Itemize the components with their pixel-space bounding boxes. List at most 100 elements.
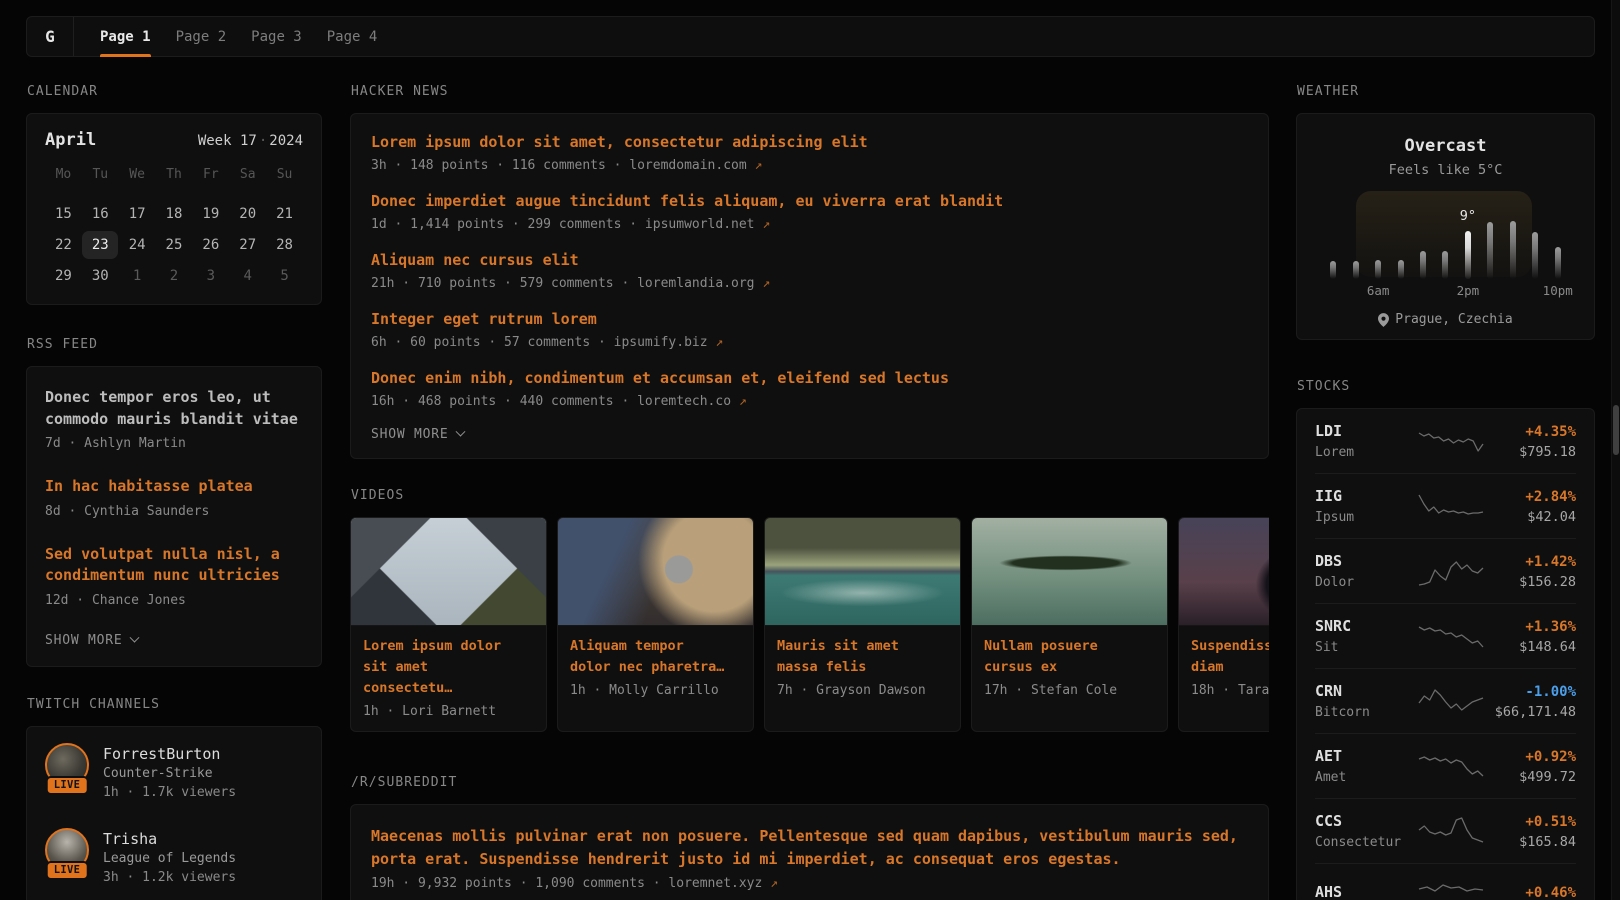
stock-row[interactable]: DBSDolor +1.42%$156.28 (1315, 538, 1576, 603)
video-thumbnail[interactable] (972, 518, 1167, 626)
calendar-day: 29 (45, 262, 81, 290)
hn-item-meta: 6h · 60 points · 57 comments · ipsumify.… (371, 334, 1248, 351)
hn-item-title[interactable]: Lorem ipsum dolor sit amet, consectetur … (371, 132, 1248, 152)
external-link-icon[interactable]: ↗ (762, 217, 770, 232)
external-link-icon[interactable]: ↗ (770, 876, 778, 891)
external-link-icon[interactable]: ↗ (755, 158, 763, 173)
location-pin-icon (1378, 313, 1389, 327)
calendar-day-next-month: 1 (119, 262, 155, 290)
weather-bar (1375, 260, 1381, 279)
external-link-icon[interactable]: ↗ (762, 276, 770, 291)
weather-location: Prague, Czechia (1297, 312, 1594, 327)
video-card[interactable]: Nullam posuere cursus ex 17h · Stefan Co… (971, 517, 1168, 732)
time-axis-label: 10pm (1543, 283, 1573, 298)
hn-item-title[interactable]: Aliquam nec cursus elit (371, 250, 1248, 270)
reddit-post-title[interactable]: Maecenas mollis pulvinar erat non posuer… (371, 825, 1248, 870)
external-link-icon[interactable]: ↗ (739, 394, 747, 409)
stock-ticker[interactable]: AET (1315, 747, 1417, 766)
tab-page-1[interactable]: Page 1 (100, 17, 151, 56)
hn-item-title[interactable]: Donec imperdiet augue tincidunt felis al… (371, 191, 1248, 211)
dashboard-page: G Page 1 Page 2 Page 3 Page 4 CALENDAR A… (0, 0, 1620, 900)
stock-ticker[interactable]: LDI (1315, 422, 1417, 441)
stock-name: Dolor (1315, 574, 1417, 591)
video-card[interactable]: Aliquam tempor dolor nec pharetra… 1h · … (557, 517, 754, 732)
rss-show-more-button[interactable]: SHOW MORE (45, 633, 303, 648)
hn-item-title[interactable]: Integer eget rutrum lorem (371, 309, 1248, 329)
rss-item-title[interactable]: In hac habitasse platea (45, 476, 303, 498)
video-card[interactable]: Lorem ipsum dolor sit amet consectetu… 1… (350, 517, 547, 732)
twitch-section-label: TWITCH CHANNELS (27, 698, 322, 712)
app-logo[interactable]: G (27, 17, 74, 56)
stock-ticker[interactable]: CRN (1315, 682, 1417, 701)
hn-item: Donec enim nibh, condimentum et accumsan… (371, 368, 1248, 410)
external-link-icon[interactable]: ↗ (715, 335, 723, 350)
weather-feels-like: Feels like 5°C (1297, 161, 1594, 179)
stock-sparkline (1417, 750, 1485, 784)
calendar-day-grid: 15 16 17 18 19 20 21 22 23 24 25 26 27 2… (45, 200, 303, 290)
page-scrollbar[interactable] (1611, 0, 1620, 900)
video-title[interactable]: Lorem ipsum dolor sit amet consectetu… (363, 636, 522, 699)
time-axis-label: 2pm (1457, 283, 1480, 298)
channel-category[interactable]: Counter-Strike (103, 764, 236, 783)
channel-name[interactable]: ForrestBurton (103, 744, 236, 764)
stock-ticker[interactable]: DBS (1315, 552, 1417, 571)
tab-page-3[interactable]: Page 3 (251, 17, 302, 56)
channel-name[interactable]: Trisha (103, 829, 236, 849)
calendar-day-next-month: 5 (267, 262, 303, 290)
stock-row[interactable]: AHS +0.46% (1315, 863, 1576, 900)
time-axis-label: 6am (1367, 283, 1390, 298)
video-thumbnail[interactable] (351, 518, 546, 626)
video-thumbnail[interactable] (765, 518, 960, 626)
page-tabs: Page 1 Page 2 Page 3 Page 4 (74, 17, 402, 56)
video-title[interactable]: Aliquam tempor dolor nec pharetra… (570, 636, 729, 678)
tab-page-2[interactable]: Page 2 (176, 17, 227, 56)
avatar: LIVE (45, 828, 89, 872)
hn-show-more-button[interactable]: SHOW MORE (371, 427, 1248, 442)
calendar-day: 22 (45, 231, 81, 259)
stock-change: +0.46% (1525, 884, 1576, 900)
calendar-week: Week 17·2024 (198, 133, 303, 149)
rss-item-title[interactable]: Donec tempor eros leo, ut commodo mauris… (45, 387, 303, 430)
videos-carousel: Lorem ipsum dolor sit amet consectetu… 1… (350, 517, 1269, 732)
video-thumbnail[interactable] (558, 518, 753, 626)
stock-ticker[interactable]: CCS (1315, 812, 1417, 831)
stock-sparkline (1417, 555, 1485, 589)
scrollbar-thumb[interactable] (1613, 405, 1619, 455)
channel-category[interactable]: League of Legends (103, 849, 236, 868)
stock-ticker[interactable]: SNRC (1315, 617, 1417, 636)
stock-row[interactable]: CRNBitcorn -1.00%$66,171.48 (1315, 668, 1576, 733)
videos-section-label: VIDEOS (351, 489, 1269, 503)
video-card[interactable]: Suspendisse diam 18h · Tara (1178, 517, 1269, 732)
rss-item-title[interactable]: Sed volutpat nulla nisl, a condimentum n… (45, 544, 303, 587)
stock-sparkline (1417, 620, 1485, 654)
video-title[interactable]: Nullam posuere cursus ex (984, 636, 1143, 678)
video-card[interactable]: Mauris sit amet massa felis 7h · Grayson… (764, 517, 961, 732)
tab-page-4[interactable]: Page 4 (327, 17, 378, 56)
video-title[interactable]: Suspendisse diam (1191, 636, 1269, 678)
calendar-day: 30 (82, 262, 118, 290)
rss-section-label: RSS FEED (27, 338, 322, 352)
stock-row[interactable]: AETAmet +0.92%$499.72 (1315, 733, 1576, 798)
weather-bar (1330, 261, 1336, 279)
live-badge: LIVE (46, 776, 89, 795)
hacker-news-widget: Lorem ipsum dolor sit amet, consectetur … (350, 113, 1269, 459)
stock-ticker[interactable]: AHS (1315, 883, 1417, 900)
weather-bar (1420, 251, 1426, 279)
stock-row[interactable]: LDILorem +4.35%$795.18 (1315, 409, 1576, 473)
stock-row[interactable]: IIGIpsum +2.84%$42.04 (1315, 473, 1576, 538)
stock-row[interactable]: CCSConsectetur +0.51%$165.84 (1315, 798, 1576, 863)
stock-sparkline (1417, 490, 1485, 524)
calendar-weekday-row: Mo Tu We Th Fr Sa Su (45, 164, 303, 186)
stock-price: $165.84 (1519, 834, 1576, 851)
stock-row[interactable]: SNRCSit +1.36%$148.64 (1315, 603, 1576, 668)
video-thumbnail[interactable] (1179, 518, 1269, 626)
stock-ticker[interactable]: IIG (1315, 487, 1417, 506)
weather-bar (1353, 261, 1359, 279)
video-title[interactable]: Mauris sit amet massa felis (777, 636, 936, 678)
hacker-news-section-label: HACKER NEWS (351, 85, 1269, 99)
twitch-channel-row[interactable]: LIVE Trisha League of Legends 3h · 1.2k … (45, 828, 303, 887)
hn-item: Lorem ipsum dolor sit amet, consectetur … (371, 132, 1248, 174)
hn-item-title[interactable]: Donec enim nibh, condimentum et accumsan… (371, 368, 1248, 388)
subreddit-widget: Maecenas mollis pulvinar erat non posuer… (350, 804, 1269, 900)
twitch-channel-row[interactable]: LIVE ForrestBurton Counter-Strike 1h · 1… (45, 743, 303, 802)
